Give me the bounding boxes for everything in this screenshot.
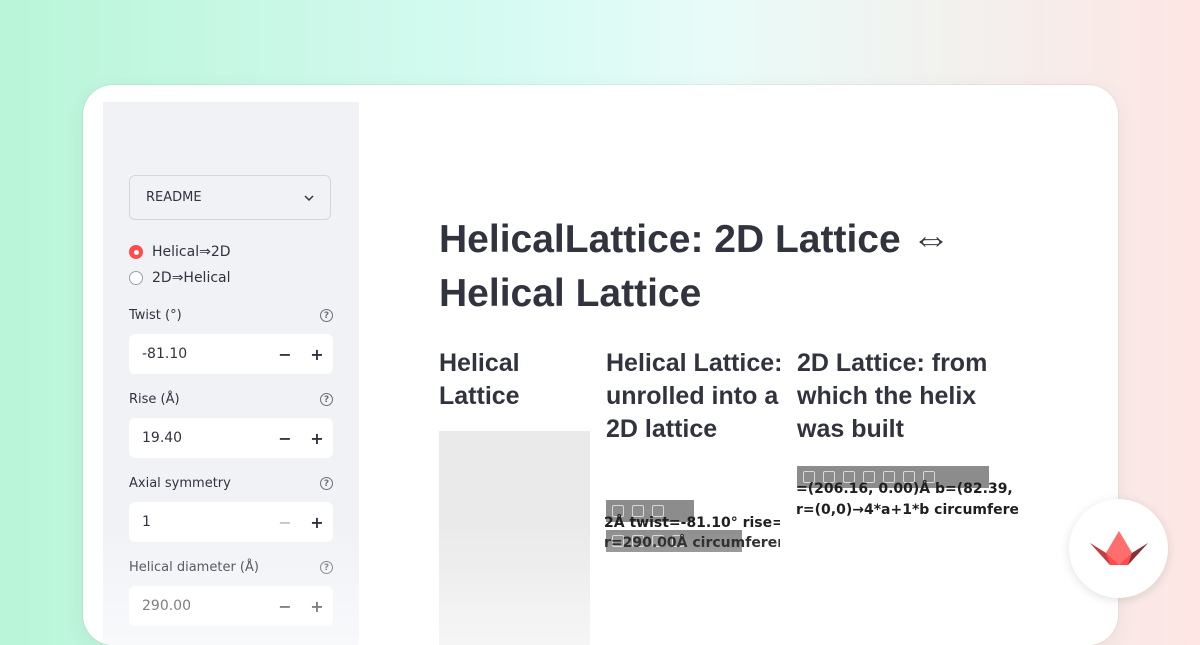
page-select-value: README (146, 190, 202, 205)
radio-2d-to-helical[interactable]: 2D⇒Helical (129, 270, 231, 286)
rise-input[interactable]: 19.40 − + (129, 418, 333, 458)
twist-label-text: Twist (°) (129, 308, 182, 323)
rise-value[interactable]: 19.40 (142, 430, 269, 446)
sidebar: README Helical⇒2D 2D⇒Helical Twist (°) ?… (103, 102, 359, 645)
lattice-plot-caption-line1: =(206.16, 0.00)Å b=(82.39, 85.73 (796, 481, 1018, 497)
help-icon[interactable]: ? (320, 393, 333, 406)
help-icon[interactable]: ? (320, 561, 333, 574)
helical-lattice-plot[interactable] (439, 431, 590, 645)
crown-logo-icon (1089, 530, 1148, 565)
help-icon[interactable]: ? (320, 309, 333, 322)
app-window: README Helical⇒2D 2D⇒Helical Twist (°) ?… (83, 85, 1118, 645)
increment-button[interactable]: + (301, 429, 333, 448)
rise-label-text: Rise (Å) (129, 392, 180, 407)
decrement-button[interactable]: − (269, 513, 301, 532)
page-title: HelicalLattice: 2D Lattice ⇔ Helical Lat… (439, 218, 951, 315)
twist-value[interactable]: -81.10 (142, 346, 269, 362)
decrement-button[interactable]: − (269, 597, 301, 616)
helical-diameter-value[interactable]: 290.00 (142, 598, 269, 614)
streamlit-logo (1069, 499, 1168, 598)
increment-button[interactable]: + (301, 597, 333, 616)
decrement-button[interactable]: − (269, 345, 301, 364)
radio-unselected-icon (129, 271, 143, 285)
helical-diameter-label: Helical diameter (Å) ? (129, 560, 333, 575)
radio-selected-icon (129, 245, 143, 259)
column-heading-helical-lattice: Helical Lattice (439, 349, 520, 410)
column-heading-2d-lattice: 2D Lattice: from which the helix was bui… (797, 349, 988, 443)
unrolled-plot-caption-line2: r=290.00Å circumference= (604, 535, 780, 551)
increment-button[interactable]: + (301, 513, 333, 532)
axial-symmetry-label: Axial symmetry ? (129, 476, 333, 491)
rise-label: Rise (Å) ? (129, 392, 333, 407)
column-heading-unrolled: Helical Lattice: unrolled into a 2D latt… (606, 349, 783, 443)
lattice-plot-caption-line2: r=(0,0)→4*a+1*b circumference= (796, 502, 1018, 518)
increment-button[interactable]: + (301, 345, 333, 364)
unrolled-plot-caption-line1: 2Å twist=-81.10° rise=19.4 (604, 515, 780, 531)
helical-diameter-input[interactable]: 290.00 − + (129, 586, 333, 626)
help-icon[interactable]: ? (320, 477, 333, 490)
radio-label: Helical⇒2D (152, 244, 231, 260)
axial-symmetry-label-text: Axial symmetry (129, 476, 231, 491)
decrement-button[interactable]: − (269, 429, 301, 448)
page-select[interactable]: README (129, 175, 331, 220)
twist-label: Twist (°) ? (129, 308, 333, 323)
axial-symmetry-input[interactable]: 1 − + (129, 502, 333, 542)
twist-input[interactable]: -81.10 − + (129, 334, 333, 374)
radio-label: 2D⇒Helical (152, 270, 231, 286)
chevron-down-icon (304, 194, 314, 201)
axial-symmetry-value[interactable]: 1 (142, 514, 269, 530)
helical-diameter-label-text: Helical diameter (Å) (129, 560, 259, 575)
radio-helical-to-2d[interactable]: Helical⇒2D (129, 244, 231, 260)
